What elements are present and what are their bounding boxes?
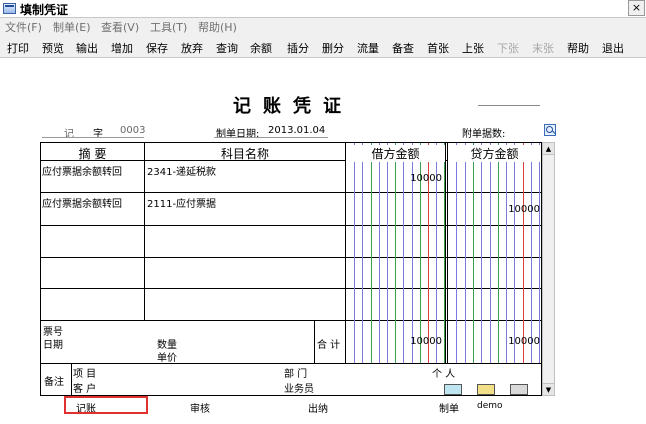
amount-grid-line xyxy=(506,143,507,363)
review-label: 审核 xyxy=(190,404,210,415)
summary-header: 摘 要 xyxy=(78,147,107,161)
menu-edit[interactable]: 制单(E) xyxy=(53,19,91,35)
customer-label: 客 户 xyxy=(73,384,97,395)
cashier-label: 出纳 xyxy=(308,404,328,415)
scroll-down-icon[interactable]: ▼ xyxy=(543,383,554,395)
amount-grid-line xyxy=(523,143,524,363)
maker-value: demo xyxy=(477,401,503,411)
preview-button[interactable]: 预览 xyxy=(42,40,64,56)
credit-header: 贷方金额 xyxy=(448,145,541,162)
amount-grid-line xyxy=(531,143,532,363)
toolbar: 打印 预览 输出 增加 保存 放弃 查询 余额 插分 删分 流量 备查 首张 上… xyxy=(0,36,646,58)
row1-summary[interactable]: 应付票据余额转回 xyxy=(42,163,122,178)
close-icon: × xyxy=(631,1,642,14)
add-button[interactable]: 增加 xyxy=(111,40,133,56)
previous-button[interactable]: 上张 xyxy=(462,40,484,56)
insert-line-button[interactable]: 插分 xyxy=(287,40,309,56)
menu-file[interactable]: 文件(F) xyxy=(5,19,42,35)
export-button[interactable]: 输出 xyxy=(76,40,98,56)
credit-total: 10000 xyxy=(508,336,540,347)
balance-button[interactable]: 余额 xyxy=(250,40,272,56)
attachments-label: 附单据数: xyxy=(462,129,506,140)
total-label: 合 计 xyxy=(317,340,341,351)
help-button[interactable]: 帮助 xyxy=(567,40,589,56)
row1-account[interactable]: 2341-递延税款 xyxy=(147,163,216,178)
menu-view[interactable]: 查看(V) xyxy=(101,19,139,35)
last-button[interactable]: 末张 xyxy=(532,40,554,56)
person-label: 个 人 xyxy=(432,369,456,380)
next-button[interactable]: 下张 xyxy=(497,40,519,56)
search-icon[interactable] xyxy=(544,124,556,136)
discard-button[interactable]: 放弃 xyxy=(181,40,203,56)
remarks-label: 备注 xyxy=(44,377,64,388)
maker-label: 制单 xyxy=(439,404,459,415)
row2-account[interactable]: 2111-应付票据 xyxy=(147,195,216,210)
close-button[interactable]: × xyxy=(628,0,645,16)
project-label: 项 目 xyxy=(73,369,97,380)
date-underline xyxy=(214,137,328,138)
voucher-scrollbar[interactable]: ▲ ▼ xyxy=(542,142,555,396)
menu-bar: 文件(F) 制单(E) 查看(V) 工具(T) 帮助(H) xyxy=(0,18,646,36)
memo-button[interactable]: 备查 xyxy=(392,40,414,56)
amount-grid-line xyxy=(539,143,540,363)
department-label: 部 门 xyxy=(284,369,308,380)
debit-total: 10000 xyxy=(410,336,442,347)
account-header: 科目名称 xyxy=(220,147,269,161)
query-button[interactable]: 查询 xyxy=(216,40,238,56)
voucher-number[interactable]: 0003 xyxy=(120,125,145,136)
row2-credit[interactable]: 10000 xyxy=(448,204,540,215)
menu-help[interactable]: 帮助(H) xyxy=(198,19,237,35)
folder-icon[interactable] xyxy=(477,384,495,395)
app-icon xyxy=(3,3,16,14)
footer-date-label: 日期 xyxy=(43,340,63,351)
amount-grid-line xyxy=(514,143,515,363)
amount-grid-line xyxy=(456,143,457,363)
tools-icon[interactable] xyxy=(510,384,528,395)
row2-summary[interactable]: 应付票据余额转回 xyxy=(42,195,122,210)
word-underline xyxy=(42,137,144,138)
card-icon[interactable] xyxy=(444,384,462,395)
amount-grid-line xyxy=(490,143,491,363)
posting-highlight xyxy=(64,396,148,414)
title-bar: 填制凭证 × xyxy=(0,0,646,18)
scroll-up-icon[interactable]: ▲ xyxy=(543,143,554,155)
voucher-table: 摘 要 科目名称 借方金额 贷方金额 应付票据余额转回 2341-递延税款 10… xyxy=(40,142,542,396)
amount-grid-line xyxy=(444,143,445,363)
row1-debit[interactable]: 10000 xyxy=(346,173,442,184)
title-divider xyxy=(478,105,540,106)
delete-line-button[interactable]: 删分 xyxy=(322,40,344,56)
debit-header: 借方金额 xyxy=(346,145,445,162)
voucher-title: 记账凭证 xyxy=(233,96,353,117)
exit-button[interactable]: 退出 xyxy=(602,40,624,56)
amount-grid-line xyxy=(465,143,466,363)
menu-tools[interactable]: 工具(T) xyxy=(150,19,187,35)
amount-grid-line xyxy=(498,143,499,363)
voucher-date[interactable]: 2013.01.04 xyxy=(268,125,325,136)
save-button[interactable]: 保存 xyxy=(146,40,168,56)
print-button[interactable]: 打印 xyxy=(7,40,29,56)
amount-grid-line xyxy=(473,143,474,363)
amount-grid-line xyxy=(481,143,482,363)
cash-flow-button[interactable]: 流量 xyxy=(357,40,379,56)
unit-price-label: 单价 xyxy=(157,353,177,364)
salesperson-label: 业务员 xyxy=(284,384,314,395)
first-button[interactable]: 首张 xyxy=(427,40,449,56)
window-title: 填制凭证 xyxy=(20,3,69,17)
